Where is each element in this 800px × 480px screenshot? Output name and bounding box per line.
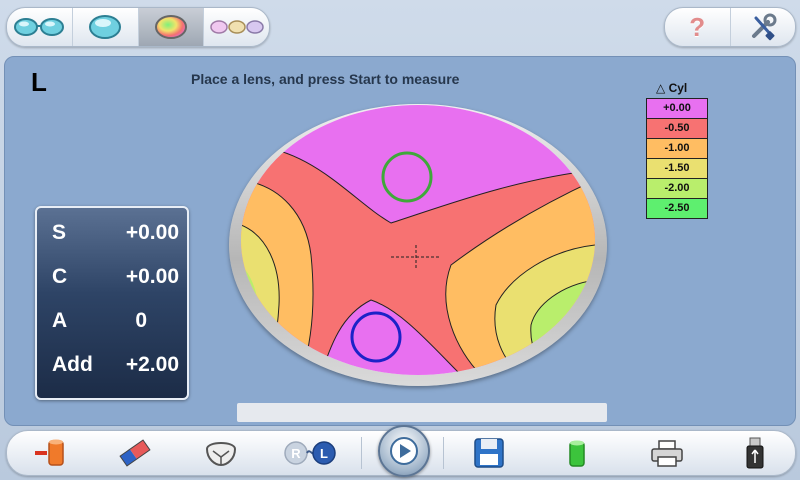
legend-item-minus-2-50: -2.50	[646, 198, 708, 219]
cylinder-legend: △ Cyl +0.00 -0.50 -1.00 -1.50 -2.00 -2.5…	[646, 81, 708, 219]
color-map-lens-icon	[154, 15, 187, 39]
help-settings-group: ?	[664, 7, 796, 47]
save-button[interactable]	[459, 433, 519, 473]
lens-frame-icon	[205, 442, 237, 467]
measurement-mode-group	[6, 7, 270, 47]
erase-button[interactable]	[105, 433, 165, 473]
frame-button[interactable]	[191, 433, 251, 473]
add-label: Add	[52, 353, 93, 376]
floppy-disk-icon	[474, 438, 504, 468]
axis-value: 0	[135, 309, 147, 332]
cylinder-value: +0.00	[125, 265, 179, 288]
instruction-text: Place a lens, and press Start to measure	[191, 71, 460, 87]
toolbar-divider	[361, 437, 362, 469]
axis-label: A	[52, 309, 68, 332]
usb-button[interactable]	[725, 433, 785, 473]
legend-item-plus-0-00: +0.00	[646, 98, 708, 118]
eraser-icon	[119, 439, 151, 467]
settings-button[interactable]	[731, 8, 796, 46]
r-label: R	[291, 446, 301, 461]
single-lens-icon	[89, 15, 122, 39]
cylinder-label: C	[52, 265, 68, 288]
right-left-button[interactable]: R L	[275, 433, 345, 473]
sphere-row: S +0.00	[37, 211, 187, 255]
binocular-lens-mode-button[interactable]	[7, 8, 73, 46]
question-mark-icon: ?	[689, 11, 706, 42]
power-readout-panel: S +0.00 C +0.00 A 0 Add +2.00	[35, 206, 189, 400]
measurement-progress-bar	[237, 403, 607, 422]
help-button[interactable]: ?	[665, 8, 731, 46]
sphere-label: S	[52, 221, 67, 244]
legend-item-minus-1-50: -1.50	[646, 158, 708, 178]
bottom-toolbar: R L	[6, 425, 796, 477]
two-lenses-icon	[14, 18, 65, 36]
usb-drive-icon	[746, 437, 764, 469]
cylinder-power-map	[241, 105, 595, 375]
three-lenses-icon	[209, 20, 264, 34]
progressive-map-mode-button[interactable]	[138, 8, 205, 46]
sphere-value: +0.00	[125, 221, 179, 244]
cylinder-contour-map	[241, 105, 595, 375]
l-label: L	[320, 446, 328, 461]
print-button[interactable]	[637, 433, 697, 473]
legend-item-minus-0-50: -0.50	[646, 118, 708, 138]
r-l-switch-icon: R L	[284, 441, 336, 465]
measurement-panel: L Place a lens, and press Start to measu…	[4, 56, 796, 426]
single-lens-mode-button[interactable]	[73, 8, 139, 46]
toolbar-divider	[443, 437, 444, 469]
add-row: Add +2.00	[37, 343, 187, 387]
printer-icon	[651, 440, 683, 467]
play-icon	[390, 437, 418, 465]
wrench-screwdriver-icon	[751, 13, 777, 41]
top-toolbar: ?	[0, 0, 800, 54]
remove-lens-button[interactable]	[21, 433, 81, 473]
green-cylinder-icon	[569, 440, 585, 467]
legend-item-minus-1-00: -1.00	[646, 138, 708, 158]
lens-side-label: L	[31, 67, 47, 97]
orange-cylinder-minus-icon	[35, 439, 64, 466]
start-button[interactable]	[378, 425, 430, 477]
multi-lens-mode-button[interactable]	[204, 8, 269, 46]
legend-title: △ Cyl	[656, 81, 688, 95]
green-cup-button[interactable]	[547, 433, 607, 473]
axis-row: A 0	[37, 299, 187, 343]
cylinder-row: C +0.00	[37, 255, 187, 299]
legend-item-minus-2-00: -2.00	[646, 178, 708, 198]
add-value: +2.00	[125, 353, 179, 376]
